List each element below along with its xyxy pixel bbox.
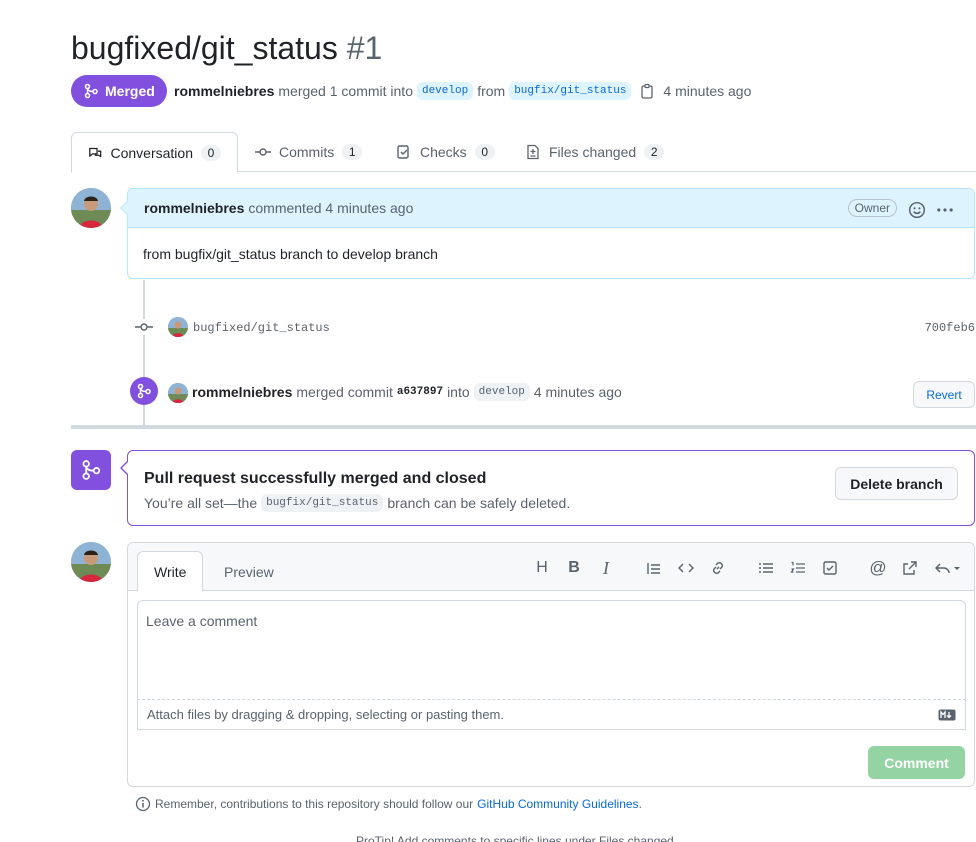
guidelines-end: . [638, 797, 642, 811]
merge-event-text: rommelniebres merged commit a637897 into… [192, 383, 622, 401]
avatar-image [168, 383, 188, 403]
git-merge-icon [137, 383, 151, 399]
guidelines-link[interactable]: GitHub Community Guidelines [477, 797, 638, 811]
comment-header: rommelniebres commented 4 minutes ago Ow… [128, 189, 974, 228]
info-icon [135, 796, 151, 812]
attach-text: Attach files by dragging & dropping, sel… [147, 707, 504, 722]
comment-author[interactable]: rommelniebres [144, 200, 244, 216]
revert-button[interactable]: Revert [913, 381, 975, 408]
tab-counter: 2 [644, 144, 665, 160]
merge-text-1: merged commit [296, 384, 393, 400]
merge-time[interactable]: 4 minutes ago [534, 384, 622, 400]
file-diff-icon [527, 144, 539, 160]
owner-badge: Owner [847, 199, 897, 217]
bold-icon[interactable]: B [563, 557, 585, 579]
smiley-icon[interactable] [908, 201, 926, 219]
pr-number: #1 [346, 30, 383, 66]
unordered-list-icon[interactable] [755, 557, 777, 579]
commit-message[interactable]: bugfixed/git_status [193, 321, 330, 335]
avatar-image [168, 317, 188, 337]
comment-editor: Write Preview H B I @ Leave a comment At… [127, 542, 975, 787]
merge-branch[interactable]: develop [473, 383, 530, 401]
avatar-image [71, 188, 111, 228]
git-commit-icon [135, 319, 153, 335]
merged-text: merged 1 commit into [278, 83, 413, 99]
head-branch-label[interactable]: bugfix/git_status [509, 82, 632, 100]
merged-status-icon [71, 450, 111, 490]
quote-icon[interactable] [643, 557, 665, 579]
ordered-list-icon[interactable] [787, 557, 809, 579]
comment-submit-button[interactable]: Comment [868, 746, 965, 779]
tab-commits[interactable]: Commits 1 [239, 132, 378, 172]
mention-icon[interactable]: @ [867, 557, 889, 579]
tab-label: Files changed [549, 144, 637, 160]
avatar-image [71, 542, 111, 582]
editor-header: Write Preview H B I @ [128, 543, 974, 592]
pr-author-link[interactable]: rommelniebres [174, 83, 274, 99]
copy-icon[interactable] [639, 83, 655, 99]
merged-heading: Pull request successfully merged and clo… [144, 470, 487, 487]
delete-branch-button[interactable]: Delete branch [835, 467, 958, 500]
guidelines-text: Remember, contributions to this reposito… [155, 797, 474, 811]
tab-counter: 0 [474, 144, 495, 160]
comment-meta[interactable]: commented 4 minutes ago [248, 200, 413, 216]
comment-caret-inner [121, 201, 128, 215]
commit-sha[interactable]: 700feb6 [925, 321, 975, 335]
comment-box: rommelniebres commented 4 minutes ago Ow… [127, 188, 975, 279]
tab-preview[interactable]: Preview [208, 551, 290, 592]
tab-checks[interactable]: Checks 0 [380, 132, 511, 172]
reply-icon[interactable] [933, 557, 963, 579]
git-merge-icon [82, 460, 101, 480]
code-icon[interactable] [675, 557, 697, 579]
merged-status-box: Pull request successfully merged and clo… [127, 450, 975, 526]
tab-conversation[interactable]: Conversation 0 [71, 132, 238, 173]
tab-counter: 1 [342, 144, 363, 160]
merged-state-badge: Merged [71, 75, 167, 107]
merged-caret-inner [122, 461, 129, 475]
tab-files-changed[interactable]: Files changed 2 [509, 132, 680, 172]
timeline-divider [71, 425, 976, 429]
markdown-icon[interactable] [938, 709, 956, 721]
tab-label: Checks [420, 144, 467, 160]
link-icon[interactable] [707, 557, 729, 579]
task-list-icon[interactable] [819, 557, 841, 579]
merged-sub-after: branch can be safely deleted. [387, 495, 571, 511]
merge-author[interactable]: rommelniebres [192, 384, 292, 400]
reference-icon[interactable] [899, 557, 921, 579]
pr-meta: rommelniebres merged 1 commit into devel… [174, 82, 751, 100]
merge-avatar[interactable] [168, 383, 188, 403]
git-merge-icon [84, 83, 98, 99]
checklist-icon [397, 145, 409, 159]
pr-time: 4 minutes ago [663, 83, 752, 99]
merged-state-label: Merged [105, 83, 155, 99]
comment-discussion-icon [89, 147, 102, 157]
base-branch-label[interactable]: develop [416, 82, 474, 100]
from-text: from [477, 83, 506, 99]
attach-files-bar[interactable]: Attach files by dragging & dropping, sel… [137, 699, 966, 730]
merged-sub-before: You’re all set—the [144, 495, 258, 511]
protip-note: ProTip! Add comments to specific lines u… [356, 834, 678, 842]
merge-text-2: into [447, 384, 470, 400]
tab-counter: 0 [201, 144, 221, 161]
merged-sub-branch: bugfix/git_status [261, 494, 384, 512]
comment-body: from bugfix/git_status branch to develop… [143, 246, 438, 262]
commit-row: bugfixed/git_status 700feb6 [135, 316, 975, 338]
tab-label: Conversation [110, 144, 194, 161]
italic-icon[interactable]: I [595, 557, 617, 579]
git-commit-icon [255, 148, 271, 156]
merge-event-icon [130, 377, 158, 405]
guidelines-note: Remember, contributions to this reposito… [135, 796, 642, 812]
current-user-avatar[interactable] [71, 542, 111, 582]
tab-write[interactable]: Write [137, 551, 204, 592]
commit-avatar[interactable] [168, 317, 188, 337]
kebab-horizontal-icon[interactable] [936, 201, 954, 219]
heading-icon[interactable]: H [531, 557, 553, 579]
pr-title: bugfixed/git_status #1 [71, 30, 382, 67]
pr-tabs: Conversation 0 Commits 1 Checks 0 Files … [71, 132, 976, 173]
merged-subtext: You’re all set—the bugfix/git_status bra… [144, 494, 570, 512]
merge-sha[interactable]: a637897 [397, 386, 443, 398]
avatar[interactable] [71, 188, 111, 228]
tab-label: Commits [279, 144, 335, 160]
pr-title-text: bugfixed/git_status [71, 30, 338, 66]
